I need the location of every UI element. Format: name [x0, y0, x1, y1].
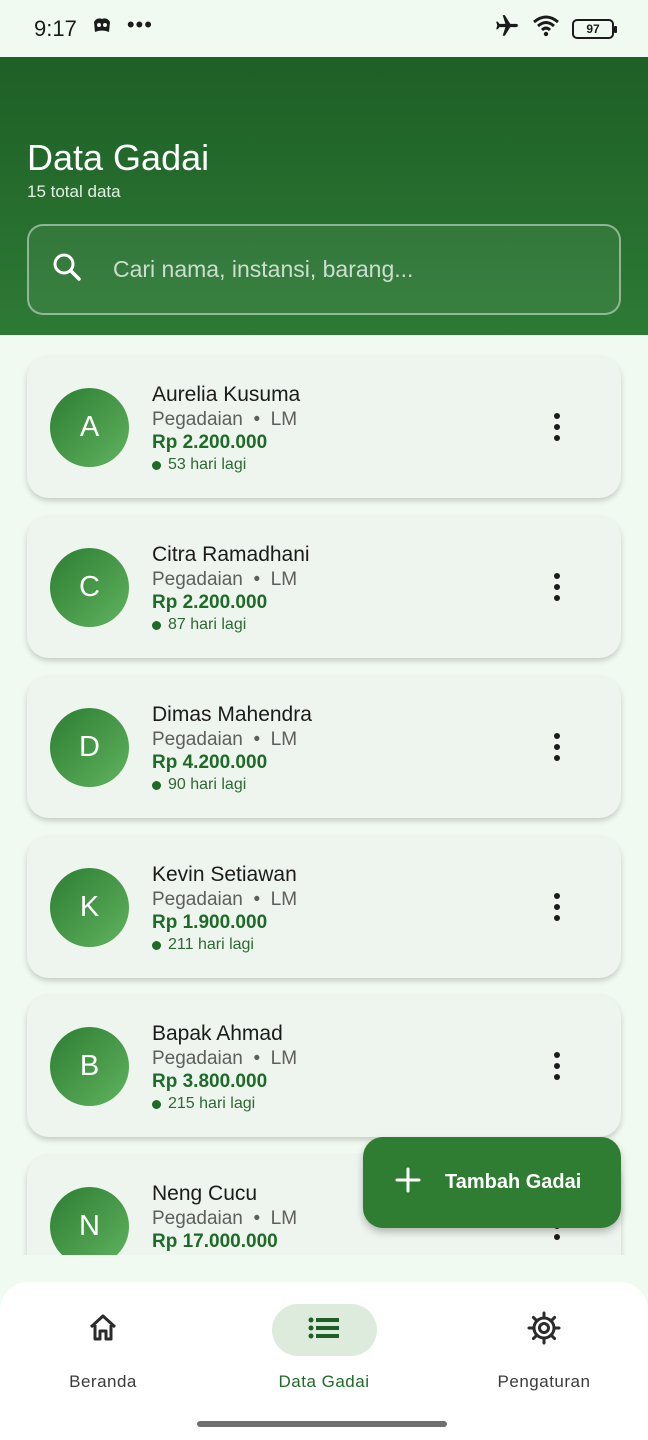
battery-icon: 97 [572, 18, 617, 39]
more-notifications-icon: ••• [126, 11, 153, 37]
more-options-button[interactable] [542, 566, 572, 608]
nav-icon-container [271, 1304, 377, 1356]
item-type: LM [270, 1048, 298, 1069]
status-dot-icon [152, 620, 161, 630]
due-days: 211 hari lagi [168, 936, 254, 953]
customer-name: Kevin Setiawan [152, 863, 297, 886]
institution: Pegadaian [152, 889, 243, 910]
status-time: 9:17 [34, 15, 77, 41]
gear-icon [527, 1311, 561, 1350]
nav-item-pengaturan[interactable]: Pengaturan [459, 1304, 629, 1394]
due-days: 90 hari lagi [168, 776, 247, 793]
due-status: 53 hari lagi [152, 456, 246, 474]
item-type: LM [270, 1208, 298, 1229]
institution-item: Pegadaian • LM [152, 409, 297, 431]
separator: • [253, 569, 261, 590]
loan-amount: Rp 3.800.000 [152, 1071, 268, 1092]
list-icon [308, 1315, 340, 1346]
gesture-home-bar[interactable] [197, 1421, 447, 1427]
due-days: 53 hari lagi [168, 456, 247, 473]
page-title: Data Gadai [27, 137, 210, 178]
institution-item: Pegadaian • LM [152, 889, 297, 911]
loan-amount: Rp 2.200.000 [152, 432, 268, 453]
plus-icon [395, 1167, 421, 1198]
institution: Pegadaian [152, 1048, 243, 1069]
list-item[interactable]: C Citra Ramadhani Pegadaian • LM Rp 2.20… [27, 516, 621, 658]
institution: Pegadaian [152, 409, 243, 430]
institution-item: Pegadaian • LM [152, 1208, 297, 1230]
list-item[interactable]: B Bapak Ahmad Pegadaian • LM Rp 3.800.00… [27, 995, 621, 1137]
item-type: LM [270, 889, 298, 910]
more-options-button[interactable] [542, 1045, 572, 1087]
nav-label: Data Gadai [278, 1372, 370, 1391]
institution: Pegadaian [152, 1208, 243, 1229]
status-dot-icon [152, 940, 161, 950]
status-dot-icon [152, 460, 161, 470]
wifi-icon [532, 15, 560, 42]
customer-name: Bapak Ahmad [152, 1022, 283, 1045]
status-bar: 9:17 ••• 97 [0, 0, 648, 57]
status-dot-icon [152, 1099, 161, 1109]
separator: • [253, 409, 261, 430]
institution-item: Pegadaian • LM [152, 729, 297, 751]
due-days: 215 hari lagi [168, 1095, 256, 1112]
gadai-list[interactable]: A Aurelia Kusuma Pegadaian • LM Rp 2.200… [0, 335, 648, 1255]
nav-label: Beranda [69, 1372, 137, 1391]
app-header: Data Gadai 15 total data [0, 57, 648, 335]
due-status: 211 hari lagi [152, 936, 254, 954]
due-status: 90 hari lagi [152, 776, 246, 794]
item-type: LM [270, 729, 298, 750]
avatar: K [50, 868, 129, 947]
add-gadai-button[interactable]: Tambah Gadai [363, 1137, 621, 1228]
more-options-button[interactable] [542, 886, 572, 928]
total-count: 15 total data [27, 182, 121, 201]
separator: • [253, 889, 261, 910]
nav-icon-container [492, 1304, 597, 1356]
more-options-button[interactable] [542, 726, 572, 768]
status-dot-icon [152, 780, 161, 790]
item-type: LM [270, 409, 298, 430]
institution-item: Pegadaian • LM [152, 1048, 297, 1070]
nav-item-beranda[interactable]: Beranda [18, 1304, 188, 1394]
avatar: B [50, 1027, 129, 1106]
due-status: 87 hari lagi [152, 616, 246, 634]
institution: Pegadaian [152, 729, 243, 750]
avatar: A [50, 388, 129, 467]
list-item[interactable]: K Kevin Setiawan Pegadaian • LM Rp 1.900… [27, 836, 621, 978]
loan-amount: Rp 4.200.000 [152, 752, 268, 773]
separator: • [253, 1048, 261, 1069]
airplane-mode-icon [494, 13, 520, 44]
nav-item-data-gadai[interactable]: Data Gadai [239, 1304, 409, 1394]
list-item[interactable]: D Dimas Mahendra Pegadaian • LM Rp 4.200… [27, 676, 621, 818]
customer-name: Dimas Mahendra [152, 703, 312, 726]
avatar: C [50, 548, 129, 627]
loan-amount: Rp 17.000.000 [152, 1231, 278, 1252]
institution-item: Pegadaian • LM [152, 569, 297, 591]
search-icon [51, 251, 83, 288]
avatar: D [50, 708, 129, 787]
institution: Pegadaian [152, 569, 243, 590]
customer-name: Neng Cucu [152, 1182, 258, 1205]
list-item[interactable]: A Aurelia Kusuma Pegadaian • LM Rp 2.200… [27, 356, 621, 498]
avatar: N [50, 1187, 129, 1255]
due-days: 87 hari lagi [168, 616, 247, 633]
add-gadai-label: Tambah Gadai [445, 1171, 582, 1193]
item-type: LM [270, 569, 298, 590]
nav-label: Pengaturan [497, 1372, 591, 1391]
search-input[interactable] [113, 256, 573, 283]
search-field[interactable] [27, 224, 621, 315]
separator: • [253, 729, 261, 750]
loan-amount: Rp 1.900.000 [152, 912, 268, 933]
separator: • [253, 1208, 261, 1229]
more-options-button[interactable] [542, 406, 572, 448]
customer-name: Citra Ramadhani [152, 543, 310, 566]
due-status: 215 hari lagi [152, 1095, 255, 1113]
customer-name: Aurelia Kusuma [152, 383, 301, 406]
bottom-navigation: Beranda Data Gadai Pengaturan [0, 1282, 648, 1440]
loan-amount: Rp 2.200.000 [152, 592, 268, 613]
nav-icon-container [51, 1304, 156, 1356]
notification-app-icon [91, 16, 113, 41]
home-icon [87, 1312, 119, 1349]
